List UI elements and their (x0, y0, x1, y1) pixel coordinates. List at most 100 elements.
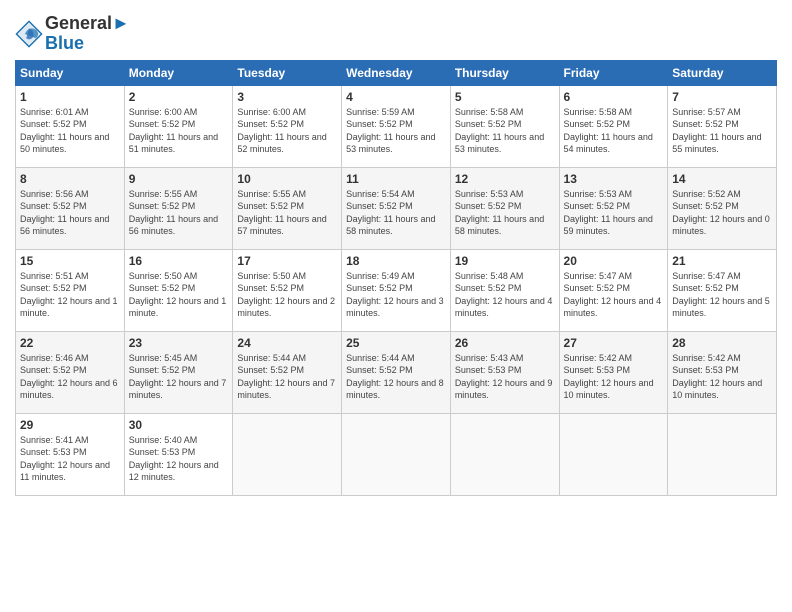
calendar-header-wednesday: Wednesday (342, 60, 451, 85)
day-number: 26 (455, 336, 555, 350)
table-row: 5Sunrise: 5:58 AMSunset: 5:52 PMDaylight… (450, 85, 559, 167)
day-info: Sunrise: 5:44 AMSunset: 5:52 PMDaylight:… (346, 352, 446, 402)
table-row: 27 Sunrise: 5:42 AMSunset: 5:53 PMDayligh… (559, 331, 668, 413)
table-row: 6 Sunrise: 5:58 AMSunset: 5:52 PMDaylight… (559, 85, 668, 167)
day-info: Sunrise: 6:01 AMSunset: 5:52 PMDaylight:… (20, 106, 120, 156)
day-info: Sunrise: 5:48 AMSunset: 5:52 PMDaylight:… (455, 270, 555, 320)
table-row (233, 413, 342, 495)
day-info: Sunrise: 5:58 AMSunset: 5:52 PMDaylight:… (455, 106, 555, 156)
day-number: 16 (129, 254, 229, 268)
day-number: 27 (564, 336, 664, 350)
day-info: Sunrise: 5:55 AMSunset: 5:52 PMDaylight:… (237, 188, 337, 238)
table-row: 29 Sunrise: 5:41 AMSunset: 5:53 PMDayligh… (16, 413, 125, 495)
table-row: 25 Sunrise: 5:44 AMSunset: 5:52 PMDayligh… (342, 331, 451, 413)
table-row (450, 413, 559, 495)
calendar-header-row: SundayMondayTuesdayWednesdayThursdayFrid… (16, 60, 777, 85)
calendar-week-5: 29 Sunrise: 5:41 AMSunset: 5:53 PMDayligh… (16, 413, 777, 495)
day-number: 8 (20, 172, 120, 186)
table-row: 9Sunrise: 5:55 AMSunset: 5:52 PMDaylight… (124, 167, 233, 249)
day-number: 2 (129, 90, 229, 104)
day-number: 1 (20, 90, 120, 104)
day-info: Sunrise: 5:54 AMSunset: 5:52 PMDaylight:… (346, 188, 446, 238)
logo-icon (15, 20, 43, 48)
table-row: 28 Sunrise: 5:42 AMSunset: 5:53 PMDayligh… (668, 331, 777, 413)
day-info: Sunrise: 5:44 AMSunset: 5:52 PMDaylight:… (237, 352, 337, 402)
table-row: 3 Sunrise: 6:00 AMSunset: 5:52 PMDaylight… (233, 85, 342, 167)
table-row: 17 Sunrise: 5:50 AMSunset: 5:52 PMDayligh… (233, 249, 342, 331)
table-row: 20Sunrise: 5:47 AMSunset: 5:52 PMDayligh… (559, 249, 668, 331)
table-row: 19 Sunrise: 5:48 AMSunset: 5:52 PMDayligh… (450, 249, 559, 331)
day-info: Sunrise: 5:50 AMSunset: 5:52 PMDaylight:… (129, 270, 229, 320)
day-info: Sunrise: 5:51 AMSunset: 5:52 PMDaylight:… (20, 270, 120, 320)
day-info: Sunrise: 5:43 AMSunset: 5:53 PMDaylight:… (455, 352, 555, 402)
table-row: 23 Sunrise: 5:45 AMSunset: 5:52 PMDayligh… (124, 331, 233, 413)
day-info: Sunrise: 5:59 AMSunset: 5:52 PMDaylight:… (346, 106, 446, 156)
calendar-week-4: 22 Sunrise: 5:46 AMSunset: 5:52 PMDayligh… (16, 331, 777, 413)
day-info: Sunrise: 5:46 AMSunset: 5:52 PMDaylight:… (20, 352, 120, 402)
day-number: 21 (672, 254, 772, 268)
table-row: 4 Sunrise: 5:59 AMSunset: 5:52 PMDaylight… (342, 85, 451, 167)
day-info: Sunrise: 5:40 AMSunset: 5:53 PMDaylight:… (129, 434, 229, 484)
day-number: 10 (237, 172, 337, 186)
table-row: 13 Sunrise: 5:53 AMSunset: 5:52 PMDayligh… (559, 167, 668, 249)
day-info: Sunrise: 5:49 AMSunset: 5:52 PMDaylight:… (346, 270, 446, 320)
day-number: 18 (346, 254, 446, 268)
table-row: 7 Sunrise: 5:57 AMSunset: 5:52 PMDaylight… (668, 85, 777, 167)
day-number: 11 (346, 172, 446, 186)
table-row: 16 Sunrise: 5:50 AMSunset: 5:52 PMDayligh… (124, 249, 233, 331)
table-row (559, 413, 668, 495)
table-row: 26 Sunrise: 5:43 AMSunset: 5:53 PMDayligh… (450, 331, 559, 413)
table-row: 24Sunrise: 5:44 AMSunset: 5:52 PMDayligh… (233, 331, 342, 413)
day-info: Sunrise: 5:56 AMSunset: 5:52 PMDaylight:… (20, 188, 120, 238)
table-row (668, 413, 777, 495)
day-info: Sunrise: 5:53 AMSunset: 5:52 PMDaylight:… (564, 188, 664, 238)
table-row: 2 Sunrise: 6:00 AMSunset: 5:52 PMDaylight… (124, 85, 233, 167)
calendar-header-tuesday: Tuesday (233, 60, 342, 85)
calendar-week-2: 8 Sunrise: 5:56 AMSunset: 5:52 PMDaylight… (16, 167, 777, 249)
day-number: 19 (455, 254, 555, 268)
day-info: Sunrise: 5:50 AMSunset: 5:52 PMDaylight:… (237, 270, 337, 320)
calendar: SundayMondayTuesdayWednesdayThursdayFrid… (15, 60, 777, 496)
table-row: 8 Sunrise: 5:56 AMSunset: 5:52 PMDaylight… (16, 167, 125, 249)
day-number: 28 (672, 336, 772, 350)
table-row: 1 Sunrise: 6:01 AMSunset: 5:52 PMDaylight… (16, 85, 125, 167)
day-info: Sunrise: 5:57 AMSunset: 5:52 PMDaylight:… (672, 106, 772, 156)
logo-text: General► Blue (45, 14, 130, 54)
page: General► Blue SundayMondayTuesdayWednesd… (0, 0, 792, 612)
day-number: 14 (672, 172, 772, 186)
table-row (342, 413, 451, 495)
table-row: 10 Sunrise: 5:55 AMSunset: 5:52 PMDayligh… (233, 167, 342, 249)
day-info: Sunrise: 5:45 AMSunset: 5:52 PMDaylight:… (129, 352, 229, 402)
day-number: 13 (564, 172, 664, 186)
day-info: Sunrise: 5:55 AMSunset: 5:52 PMDaylight:… (129, 188, 229, 238)
day-number: 15 (20, 254, 120, 268)
day-info: Sunrise: 5:41 AMSunset: 5:53 PMDaylight:… (20, 434, 120, 484)
day-number: 4 (346, 90, 446, 104)
day-number: 6 (564, 90, 664, 104)
header: General► Blue (15, 10, 777, 54)
day-number: 23 (129, 336, 229, 350)
table-row: 12Sunrise: 5:53 AMSunset: 5:52 PMDayligh… (450, 167, 559, 249)
day-info: Sunrise: 5:58 AMSunset: 5:52 PMDaylight:… (564, 106, 664, 156)
day-number: 22 (20, 336, 120, 350)
table-row: 30Sunrise: 5:40 AMSunset: 5:53 PMDayligh… (124, 413, 233, 495)
calendar-header-friday: Friday (559, 60, 668, 85)
day-number: 29 (20, 418, 120, 432)
table-row: 15 Sunrise: 5:51 AMSunset: 5:52 PMDayligh… (16, 249, 125, 331)
day-info: Sunrise: 6:00 AMSunset: 5:52 PMDaylight:… (129, 106, 229, 156)
logo: General► Blue (15, 14, 130, 54)
day-number: 12 (455, 172, 555, 186)
day-info: Sunrise: 5:52 AMSunset: 5:52 PMDaylight:… (672, 188, 772, 238)
day-number: 3 (237, 90, 337, 104)
table-row: 21Sunrise: 5:47 AMSunset: 5:52 PMDayligh… (668, 249, 777, 331)
day-info: Sunrise: 6:00 AMSunset: 5:52 PMDaylight:… (237, 106, 337, 156)
calendar-header-thursday: Thursday (450, 60, 559, 85)
day-number: 17 (237, 254, 337, 268)
day-number: 20 (564, 254, 664, 268)
day-number: 7 (672, 90, 772, 104)
table-row: 22 Sunrise: 5:46 AMSunset: 5:52 PMDayligh… (16, 331, 125, 413)
day-info: Sunrise: 5:42 AMSunset: 5:53 PMDaylight:… (672, 352, 772, 402)
day-number: 25 (346, 336, 446, 350)
calendar-week-1: 1 Sunrise: 6:01 AMSunset: 5:52 PMDaylight… (16, 85, 777, 167)
day-info: Sunrise: 5:42 AMSunset: 5:53 PMDaylight:… (564, 352, 664, 402)
